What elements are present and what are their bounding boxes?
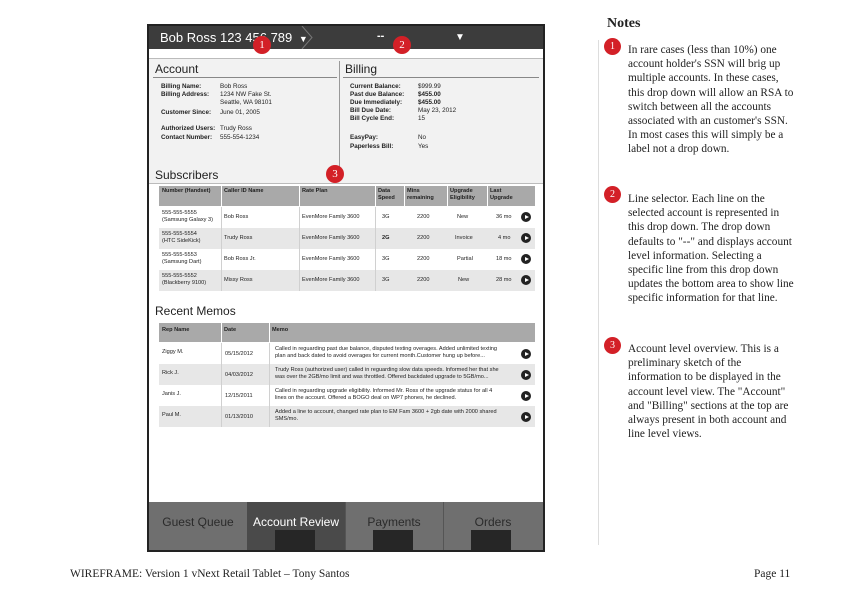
column-divider: [221, 186, 222, 206]
column-divider: [447, 186, 448, 206]
memo-row[interactable]: Ziggy M. 05/15/2012 Called in reguarding…: [159, 343, 535, 364]
recent-memos-title: Recent Memos: [155, 304, 236, 318]
column-header: Rate Plan: [302, 188, 328, 194]
tab-icon-placeholder: [275, 530, 315, 550]
column-header: Upgrade Eligibility: [450, 188, 475, 201]
subscriber-row[interactable]: 555-555-5555 (Samsung Galaxy 3) Bob Ross…: [159, 207, 535, 228]
column-divider: [487, 186, 488, 206]
subscriber-row[interactable]: 555-555-5553 (Samsung Dart) Bob Ross Jr.…: [159, 249, 535, 270]
header-bar: Bob Ross 123 456 789 ▼ -- ▼: [149, 26, 543, 49]
column-divider: [269, 343, 270, 427]
note-2-text: Line selector. Each line on the selected…: [628, 193, 794, 305]
account-selector-dropdown[interactable]: Bob Ross 123 456 789 ▼: [149, 26, 309, 49]
page-number: Page 11: [754, 568, 791, 580]
play-arrow-icon[interactable]: [521, 370, 531, 380]
annotation-badge-3: 3: [326, 165, 344, 183]
column-divider: [221, 323, 222, 342]
play-arrow-icon[interactable]: [521, 275, 531, 285]
memo-row[interactable]: Rick J. 04/03/2012 Trudy Ross (authorize…: [159, 364, 535, 385]
section-divider: [339, 61, 340, 181]
subscribers-title: Subscribers: [155, 168, 219, 182]
column-divider: [221, 207, 222, 291]
account-overview-panel: Account Billing Billing Name: Bob Ross B…: [149, 58, 543, 184]
subscriber-row[interactable]: 555-555-5552 (Blackberry 9100) Missy Ros…: [159, 270, 535, 291]
account-title-rule: [153, 77, 337, 78]
column-header: Data Speed: [378, 188, 395, 201]
play-arrow-icon[interactable]: [521, 412, 531, 422]
memos-table-header: Rep Name Date Memo: [159, 323, 535, 342]
note-badge-1: 1: [604, 38, 621, 55]
annotation-badge-2: 2: [393, 36, 411, 54]
tab-guest-queue[interactable]: Guest Queue: [149, 502, 247, 550]
subscribers-table: Number (Handset) Caller ID Name Rate Pla…: [159, 186, 535, 291]
note-1-text: In rare cases (less than 10%) one accoun…: [628, 44, 794, 156]
column-divider: [299, 207, 300, 291]
tab-orders[interactable]: Orders: [443, 502, 543, 550]
memo-row[interactable]: Paul M. 01/13/2010 Added a line to accou…: [159, 406, 535, 427]
tab-payments[interactable]: Payments: [345, 502, 443, 550]
billing-section-title: Billing: [345, 62, 378, 76]
note-badge-3: 3: [604, 337, 621, 354]
tab-icon-placeholder: [471, 530, 511, 550]
tablet-frame: Bob Ross 123 456 789 ▼ -- ▼ 1 2 Account …: [147, 24, 545, 552]
column-header: Mins remaining: [407, 188, 434, 201]
column-header: Date: [224, 327, 237, 333]
line-selector-value: --: [377, 30, 385, 42]
account-selector-label: Bob Ross 123 456 789: [160, 30, 293, 45]
notes-divider: [598, 40, 599, 545]
play-arrow-icon[interactable]: [521, 391, 531, 401]
note-3-text: Account level overview. This is a prelim…: [628, 343, 789, 441]
column-divider: [299, 186, 300, 206]
column-header: Last Upgrade: [490, 188, 513, 201]
column-divider: [375, 207, 376, 291]
notes-title: Notes: [607, 16, 641, 31]
breadcrumb-separator-icon: [301, 26, 313, 49]
tab-icon-placeholder: [373, 530, 413, 550]
play-arrow-icon[interactable]: [521, 254, 531, 264]
play-arrow-icon[interactable]: [521, 349, 531, 359]
note-badge-2: 2: [604, 186, 621, 203]
memos-table: Rep Name Date Memo Ziggy M. 05/15/2012 C…: [159, 323, 535, 427]
column-divider: [221, 343, 222, 427]
column-header: Number (Handset): [162, 188, 211, 194]
column-header: Rep Name: [162, 327, 190, 333]
tab-account-review[interactable]: Account Review: [247, 502, 345, 550]
column-header: Memo: [272, 327, 289, 333]
account-section-title: Account: [155, 62, 199, 76]
footer-caption: WIREFRAME: Version 1 vNext Retail Tablet…: [70, 568, 350, 580]
annotation-badge-1: 1: [253, 36, 271, 54]
subscribers-table-header: Number (Handset) Caller ID Name Rate Pla…: [159, 186, 535, 206]
billing-title-rule: [343, 77, 539, 78]
column-divider: [375, 186, 376, 206]
play-arrow-icon[interactable]: [521, 233, 531, 243]
subscriber-row[interactable]: 555-555-5554 (HTC SideKick) Trudy Ross E…: [159, 228, 535, 249]
column-divider: [404, 186, 405, 206]
play-arrow-icon[interactable]: [521, 212, 531, 222]
bottom-nav: Guest Queue Account Review Payments Orde…: [149, 502, 543, 550]
column-header: Caller ID Name: [224, 188, 264, 194]
memo-row[interactable]: Janis J. 12/15/2011 Called in reguarding…: [159, 385, 535, 406]
column-divider: [269, 323, 270, 342]
chevron-down-icon: ▼: [455, 32, 465, 43]
